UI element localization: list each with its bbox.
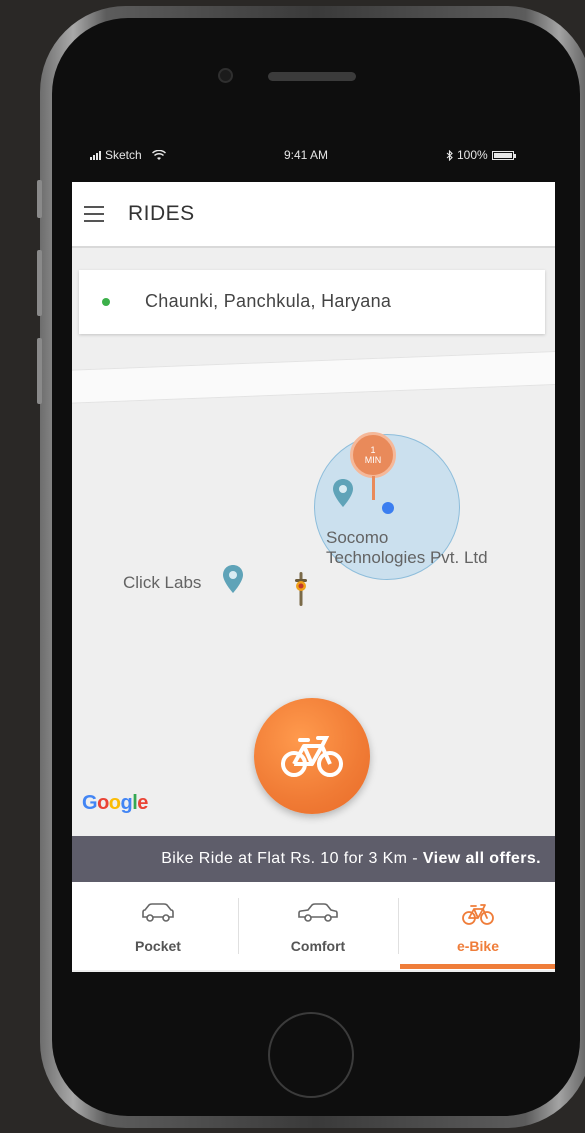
status-time: 9:41 AM (284, 148, 329, 162)
book-bike-button[interactable] (254, 698, 370, 814)
app-header: RIDES (72, 182, 555, 248)
map-road (72, 349, 555, 405)
google-logo: Google (82, 792, 148, 814)
car-sedan-icon (298, 903, 338, 922)
pickup-location-card[interactable]: Chaunki, Panchkula, Haryana (79, 270, 545, 334)
tab-comfort-label: Comfort (290, 938, 346, 954)
tab-pocket-label: Pocket (135, 938, 181, 954)
bluetooth-icon (446, 149, 453, 161)
eta-value: 1 (370, 445, 376, 455)
car-hatchback-icon (142, 903, 174, 922)
mute-switch (37, 180, 42, 218)
home-button (268, 1012, 354, 1098)
place-label-socomo[interactable]: Socomo Technologies Pvt. Ltd (326, 528, 488, 568)
eta-bubble: 1 MIN (350, 432, 396, 478)
current-location-dot (382, 502, 394, 514)
front-camera (218, 68, 233, 83)
app-screen: RIDES Chaunki, Panchkula, Haryana 1 MIN … (72, 182, 555, 972)
eta-pin-stem (372, 476, 375, 500)
eta-pin[interactable]: 1 MIN (350, 432, 398, 500)
location-pin-icon[interactable] (222, 564, 244, 594)
volume-down-button (37, 338, 42, 404)
tab-e-bike-label: e-Bike (456, 938, 500, 954)
status-bar: Sketch 9:41 AM 100% (78, 140, 558, 170)
bike-rider-marker-icon[interactable] (294, 572, 308, 606)
battery-icon (491, 150, 516, 160)
ride-type-tabs: Pocket Comfort e-Bike (72, 882, 555, 970)
page-title: RIDES (128, 202, 195, 225)
pickup-location-text: Chaunki, Panchkula, Haryana (145, 291, 392, 311)
offers-text: Bike Ride at Flat Rs. 10 for 3 Km (161, 850, 408, 867)
active-tab-indicator (400, 964, 555, 969)
tab-comfort[interactable]: Comfort (238, 882, 398, 970)
wifi-icon (151, 149, 166, 160)
tab-pocket[interactable]: Pocket (78, 882, 238, 970)
bicycle-icon (462, 904, 494, 925)
place-label-click-labs[interactable]: Click Labs (123, 573, 201, 593)
location-dot-icon (102, 298, 110, 306)
bicycle-icon (281, 736, 343, 777)
tab-e-bike[interactable]: e-Bike (398, 882, 555, 970)
volume-up-button (37, 250, 42, 316)
carrier-label: Sketch (105, 148, 142, 162)
battery-percent: 100% (457, 148, 488, 162)
signal-icon (90, 150, 101, 160)
hamburger-menu-icon[interactable] (84, 206, 104, 222)
offers-separator: - (407, 850, 423, 867)
earpiece-speaker (268, 72, 356, 81)
eta-unit: MIN (364, 455, 382, 465)
view-all-offers-link[interactable]: View all offers. (423, 850, 541, 867)
offers-banner[interactable]: Bike Ride at Flat Rs. 10 for 3 Km - View… (72, 836, 555, 882)
